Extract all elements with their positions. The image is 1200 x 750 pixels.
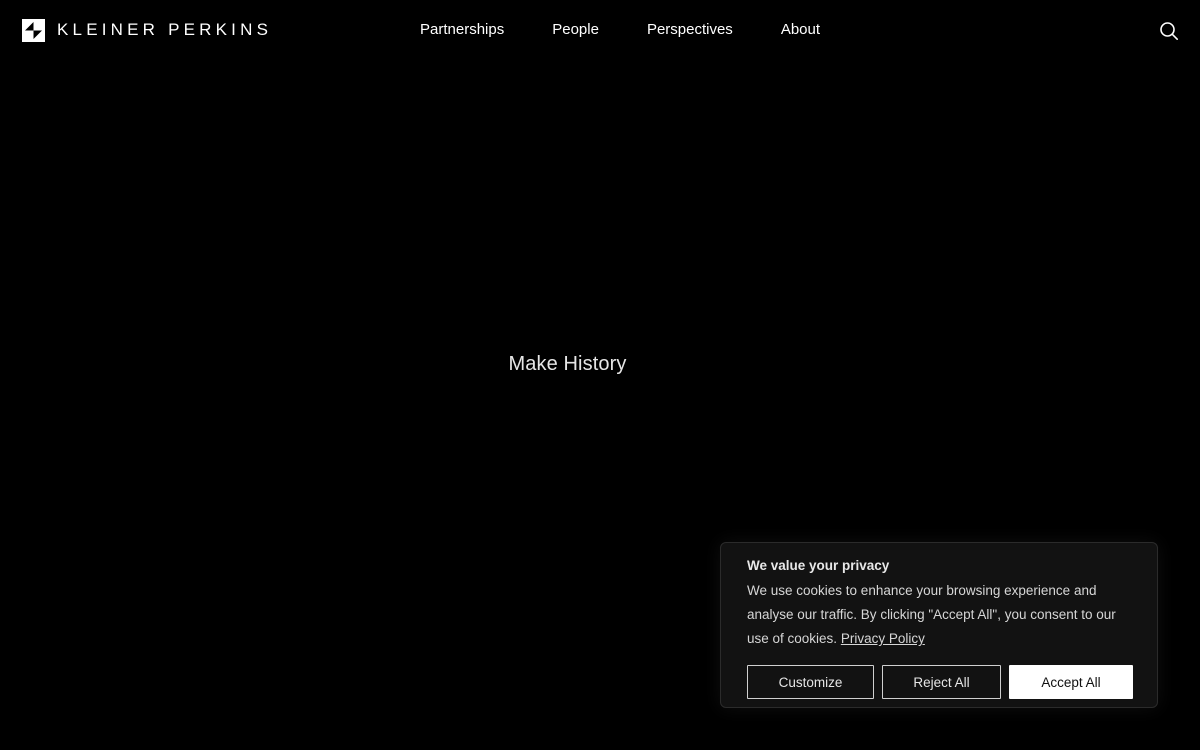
page: KLEINER PERKINS Partnerships People Pers… bbox=[0, 0, 1200, 750]
nav-item-about[interactable]: About bbox=[781, 20, 820, 40]
privacy-policy-link[interactable]: Privacy Policy bbox=[841, 631, 925, 646]
nav-item-people[interactable]: People bbox=[552, 20, 599, 40]
search-button[interactable] bbox=[1158, 20, 1180, 42]
cookie-banner-actions: Customize Reject All Accept All bbox=[747, 665, 1133, 699]
site-header: KLEINER PERKINS Partnerships People Pers… bbox=[0, 0, 1200, 62]
cookie-banner-description: We use cookies to enhance your browsing … bbox=[747, 579, 1139, 651]
reject-all-button[interactable]: Reject All bbox=[882, 665, 1001, 699]
logo-link[interactable]: KLEINER PERKINS bbox=[22, 18, 273, 42]
cookie-banner-title: We value your privacy bbox=[747, 558, 890, 573]
nav-item-perspectives[interactable]: Perspectives bbox=[647, 20, 733, 40]
kleiner-perkins-logo-icon bbox=[22, 18, 45, 42]
nav-item-partnerships[interactable]: Partnerships bbox=[420, 20, 504, 40]
main-nav: Partnerships People Perspectives About bbox=[420, 20, 820, 40]
cookie-consent-banner: We value your privacy We use cookies to … bbox=[720, 542, 1158, 708]
customize-button[interactable]: Customize bbox=[747, 665, 874, 699]
hero-title: Make History bbox=[508, 353, 627, 375]
brand-name: KLEINER PERKINS bbox=[57, 20, 273, 39]
accept-all-button[interactable]: Accept All bbox=[1009, 665, 1133, 699]
search-icon bbox=[1160, 22, 1179, 41]
cookie-banner-body: We use cookies to enhance your browsing … bbox=[747, 583, 1116, 646]
